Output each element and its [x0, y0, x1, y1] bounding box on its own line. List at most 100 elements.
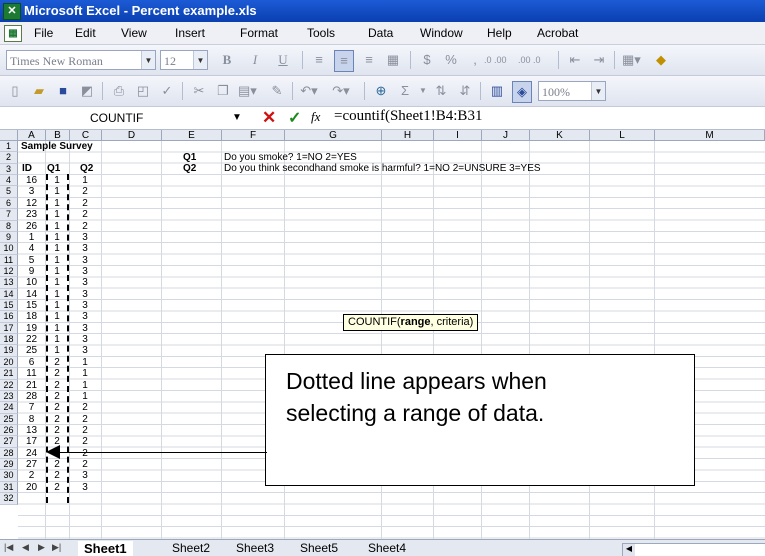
q2-cell[interactable]: 2: [69, 198, 101, 209]
q2-cell[interactable]: 2: [69, 209, 101, 220]
id-cell[interactable]: 19: [18, 323, 45, 334]
q2-cell[interactable]: 3: [69, 323, 101, 334]
q2-cell[interactable]: 2: [69, 221, 101, 232]
row-header[interactable]: 15: [0, 300, 18, 312]
q1-cell[interactable]: 2: [45, 482, 69, 493]
sort-ascending-icon[interactable]: ⇅: [432, 81, 450, 101]
menu-acrobat[interactable]: Acrobat: [537, 26, 578, 40]
first-sheet-icon[interactable]: |◀: [4, 542, 13, 553]
id-cell[interactable]: 24: [18, 448, 45, 459]
column-header-l[interactable]: L: [590, 130, 655, 141]
spelling-icon[interactable]: ✓: [158, 81, 176, 101]
row-header[interactable]: 8: [0, 220, 18, 232]
q1-cell[interactable]: 1: [45, 311, 69, 322]
q1-cell[interactable]: 1: [45, 323, 69, 334]
id-cell[interactable]: 12: [18, 198, 45, 209]
id-cell[interactable]: 21: [18, 380, 45, 391]
q2-cell[interactable]: 2: [69, 436, 101, 447]
last-sheet-icon[interactable]: ▶|: [52, 542, 61, 553]
menu-window[interactable]: Window: [420, 26, 463, 40]
align-center-icon[interactable]: ≡: [334, 50, 354, 72]
q2-cell[interactable]: 3: [69, 334, 101, 345]
q2-cell[interactable]: 3: [69, 232, 101, 243]
column-header-m[interactable]: M: [655, 130, 765, 141]
font-size-select[interactable]: 12 ▼: [160, 50, 208, 70]
row-header[interactable]: 11: [0, 254, 18, 266]
align-left-icon[interactable]: ≡: [310, 50, 328, 70]
underline-button[interactable]: U: [274, 50, 292, 70]
workbook-icon[interactable]: ▦: [4, 25, 22, 42]
q1-cell[interactable]: 2: [45, 368, 69, 379]
q1-label-cell[interactable]: Q1: [183, 152, 196, 163]
id-cell[interactable]: 18: [18, 311, 45, 322]
row-header[interactable]: 1: [0, 141, 18, 153]
row-header[interactable]: 3: [0, 163, 18, 176]
decrease-decimal-button[interactable]: .00 .0: [518, 50, 541, 70]
drawing-icon[interactable]: ◈: [512, 81, 532, 103]
row-header[interactable]: 12: [0, 265, 18, 278]
column-header-b[interactable]: B: [46, 130, 70, 141]
print-icon[interactable]: ⎙: [110, 81, 128, 101]
font-name-select[interactable]: Times New Roman ▼: [6, 50, 156, 70]
q2-cell[interactable]: 2: [69, 402, 101, 413]
q2-cell[interactable]: 2: [69, 414, 101, 425]
undo-icon[interactable]: ↶▾: [300, 81, 318, 101]
merge-center-icon[interactable]: ▦: [384, 50, 402, 70]
id-header-cell[interactable]: ID: [22, 163, 32, 174]
q2-cell[interactable]: 3: [69, 470, 101, 481]
tab-sheet4[interactable]: Sheet4: [368, 541, 406, 556]
print-preview-icon[interactable]: ◰: [134, 81, 152, 101]
id-cell[interactable]: 5: [18, 255, 45, 266]
q2-question-cell[interactable]: Do you think secondhand smoke is harmful…: [224, 163, 541, 174]
row-header[interactable]: 29: [0, 459, 18, 471]
scroll-left-icon[interactable]: ◀: [623, 544, 635, 556]
id-cell[interactable]: 26: [18, 221, 45, 232]
row-header[interactable]: 22: [0, 379, 18, 391]
q2-cell[interactable]: 1: [69, 175, 101, 186]
id-cell[interactable]: 3: [18, 186, 45, 197]
q1-header-cell[interactable]: Q1: [47, 163, 60, 174]
column-header-j[interactable]: J: [482, 130, 530, 141]
q1-cell[interactable]: 2: [45, 402, 69, 413]
id-cell[interactable]: 11: [18, 368, 45, 379]
id-cell[interactable]: 2: [18, 470, 45, 481]
q1-cell[interactable]: 1: [45, 334, 69, 345]
q2-cell[interactable]: 2: [69, 186, 101, 197]
hyperlink-icon[interactable]: ⊕: [372, 81, 390, 101]
id-cell[interactable]: 23: [18, 209, 45, 220]
row-header[interactable]: 17: [0, 322, 18, 335]
q2-cell[interactable]: 1: [69, 357, 101, 368]
q1-cell[interactable]: 1: [45, 255, 69, 266]
menu-tools[interactable]: Tools: [307, 26, 335, 40]
row-header[interactable]: 13: [0, 277, 18, 289]
q2-cell[interactable]: 3: [69, 311, 101, 322]
row-header[interactable]: 28: [0, 447, 18, 460]
q1-cell[interactable]: 2: [45, 414, 69, 425]
row-header[interactable]: 19: [0, 345, 18, 357]
copy-icon[interactable]: ❐: [214, 81, 232, 101]
row-header[interactable]: 26: [0, 425, 18, 437]
row-header[interactable]: 16: [0, 311, 18, 323]
q1-cell[interactable]: 1: [45, 277, 69, 288]
column-header-i[interactable]: I: [434, 130, 482, 141]
save-icon[interactable]: ■: [54, 81, 72, 101]
q2-cell[interactable]: 1: [69, 368, 101, 379]
q1-cell[interactable]: 1: [45, 186, 69, 197]
id-cell[interactable]: 25: [18, 345, 45, 356]
row-header[interactable]: 9: [0, 231, 18, 244]
id-cell[interactable]: 10: [18, 277, 45, 288]
id-cell[interactable]: 17: [18, 436, 45, 447]
increase-indent-icon[interactable]: ⇥: [590, 50, 608, 70]
id-cell[interactable]: 14: [18, 289, 45, 300]
q1-cell[interactable]: 2: [45, 425, 69, 436]
q1-cell[interactable]: 1: [45, 289, 69, 300]
currency-button[interactable]: $: [418, 50, 436, 70]
q2-cell[interactable]: 3: [69, 255, 101, 266]
q1-cell[interactable]: 2: [45, 380, 69, 391]
row-header[interactable]: 27: [0, 436, 18, 448]
id-cell[interactable]: 20: [18, 482, 45, 493]
cut-icon[interactable]: ✂: [190, 81, 208, 101]
menu-data[interactable]: Data: [368, 26, 393, 40]
align-right-icon[interactable]: ≡: [360, 50, 378, 70]
q1-cell[interactable]: 1: [45, 345, 69, 356]
